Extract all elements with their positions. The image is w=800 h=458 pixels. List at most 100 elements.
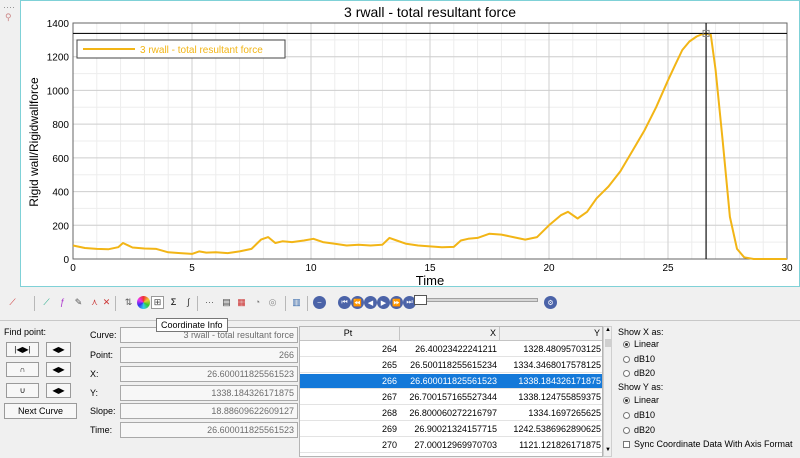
app-window: ···· ⚲ 0 5 10 15 20 25 30 0 200 400 600 800 1000 1200… <box>0 0 800 458</box>
table-cell: 1328.48095703125 <box>523 344 601 354</box>
show-x-db20-label: dB20 <box>634 368 656 378</box>
animation-slider-track[interactable] <box>426 298 538 302</box>
find-max-button[interactable]: ∩ <box>6 362 39 377</box>
show-x-db10-radio[interactable] <box>623 356 630 363</box>
show-x-linear-radio[interactable] <box>623 341 630 348</box>
table-row[interactable]: 269 26.90021324157715 1242.5386962890625 <box>300 422 602 437</box>
table-row[interactable]: 264 26.40023422241211 1328.48095703125 <box>300 342 602 357</box>
sync-format-checkbox[interactable] <box>623 441 630 448</box>
table-cell: 267 <box>381 392 397 402</box>
report-icon[interactable]: ▦ <box>235 296 248 309</box>
camera-icon[interactable]: ◎ <box>266 296 279 309</box>
delete-curve-icon[interactable]: ✕ <box>100 296 113 309</box>
first-point-button[interactable]: |◀ ▶| <box>6 342 39 357</box>
table-header-0[interactable]: Pt <box>300 327 400 341</box>
coordinate-info-icon[interactable]: ⊞ <box>151 296 164 309</box>
field-value-1[interactable]: 266 <box>120 347 298 363</box>
show-y-linear-radio[interactable] <box>623 397 630 404</box>
field-label-2: X: <box>90 369 99 379</box>
first-point-icon: |◀ <box>14 345 23 354</box>
first-frame-icon[interactable]: ⏮ <box>338 296 351 309</box>
show-y-db20-radio[interactable] <box>623 427 630 434</box>
y-tick-label: 1200 <box>47 53 70 64</box>
play-icon[interactable]: ▶ <box>377 296 390 309</box>
table-row[interactable]: 265 26.500118255615234 1334.3468017578125 <box>300 358 602 373</box>
x-tick-label: 0 <box>70 263 76 274</box>
rewind-icon[interactable]: ⏪ <box>351 296 364 309</box>
table-cell: 268 <box>381 408 397 418</box>
prev-next-point-button[interactable]: ◀ ▶ <box>46 342 71 357</box>
table-scrollbar[interactable]: ▲ ▼ <box>603 326 612 457</box>
table-cell: 26.800060272216797 <box>409 408 497 418</box>
toolbar-separator <box>285 296 286 311</box>
chart-title: 3 rwall - total resultant force <box>344 4 516 20</box>
integrate-icon[interactable]: ∫ <box>182 296 195 309</box>
show-y-db10-radio[interactable] <box>623 412 630 419</box>
table-row[interactable]: 268 26.800060272216797 1334.1697265625 <box>300 406 602 421</box>
x-tick-label: 25 <box>662 263 674 274</box>
min-icon: ∪ <box>19 386 26 395</box>
next-curve-button[interactable]: Next Curve <box>4 403 77 419</box>
sync-format-label: Sync Coordinate Data With Axis Format <box>634 439 793 449</box>
show-y-db20-label: dB20 <box>634 425 656 435</box>
table-row[interactable]: 270 27.00012969970703 1121.121826171875 <box>300 438 602 453</box>
zoom-out-icon[interactable]: – <box>313 296 326 309</box>
field-label-5: Time: <box>90 425 113 435</box>
field-value-2[interactable]: 26.600011825561523 <box>120 366 298 382</box>
toolbar-separator <box>115 296 116 311</box>
y-tick-label: 0 <box>63 255 69 266</box>
table-header-1[interactable]: X <box>400 327 500 341</box>
animation-slider-thumb[interactable] <box>414 295 427 305</box>
x-axis-label: Time <box>416 273 444 287</box>
y-tick-label: 1400 <box>47 19 70 30</box>
max-step-button[interactable]: ◀ ▶ <box>46 362 71 377</box>
min-next-icon: ▶ <box>58 386 65 395</box>
table-icon[interactable]: ▤ <box>220 296 233 309</box>
y-tick-label: 1000 <box>47 86 70 97</box>
show-x-db20-radio[interactable] <box>623 370 630 377</box>
table-cell: 26.600011825561523 <box>410 376 497 386</box>
show-x-db10-label: dB10 <box>634 354 656 364</box>
curve-edit-icon[interactable]: ✎ <box>72 296 85 309</box>
field-label-0: Curve: <box>90 330 117 340</box>
chart[interactable]: 0 5 10 15 20 25 300200400600800100012001400 3 … <box>0 0 800 287</box>
toolbar-separator <box>307 296 308 311</box>
table-row[interactable]: 267 26.700157165527344 1338.124755859375 <box>300 390 602 405</box>
comment-icon[interactable]: ◔ <box>251 296 264 309</box>
next-point-icon: ▶ <box>58 345 65 354</box>
step-back-icon[interactable]: ◀ <box>364 296 377 309</box>
scroll-up-icon[interactable]: ▲ <box>605 327 611 333</box>
max-icon: ∩ <box>19 365 26 374</box>
min-step-button[interactable]: ◀ ▶ <box>46 383 71 398</box>
sigma-icon[interactable]: Σ <box>167 296 180 309</box>
table-cell: 1242.5386962890625 <box>513 424 601 434</box>
coordinate-table[interactable]: Pt X Y 264 26.40023422241211 1328.48095703125… <box>299 326 603 457</box>
table-header-2[interactable]: Y <box>500 327 602 341</box>
color-wheel-icon[interactable] <box>137 296 150 309</box>
find-min-button[interactable]: ∪ <box>6 383 39 398</box>
chart-settings-icon[interactable]: ▥ <box>290 296 303 309</box>
curve-order-icon[interactable]: ⇅ <box>122 296 135 309</box>
table-row[interactable]: 266 26.600011825561523 1338.184326171875 <box>300 374 602 389</box>
field-value-5[interactable]: 26.600011825561523 <box>120 422 298 438</box>
math-fx-icon[interactable]: ƒ <box>56 296 69 309</box>
fast-forward-icon[interactable]: ⏩ <box>390 296 403 309</box>
curve-add-icon[interactable]: ⟋ <box>40 296 53 309</box>
show-y-label: Show Y as: <box>618 382 664 392</box>
x-tick-label: 5 <box>189 263 195 274</box>
field-value-4[interactable]: 18.88609622609127 <box>120 403 298 419</box>
y-tick-label: 200 <box>52 221 69 232</box>
legend[interactable]: 3 rwall - total resultant force <box>76 39 286 59</box>
animation-settings-icon[interactable]: ⚙ <box>544 296 557 309</box>
max-next-icon: ▶ <box>58 365 65 374</box>
scroll-down-icon[interactable]: ▼ <box>605 447 611 453</box>
y-tick-label: 400 <box>52 188 69 199</box>
last-point-icon: ▶| <box>22 345 31 354</box>
field-value-3[interactable]: 1338.184326171875 <box>120 385 298 401</box>
curve-style-icon[interactable]: ⟋ <box>6 296 19 309</box>
scroll-thumb[interactable] <box>605 339 611 347</box>
grid-icon[interactable]: ⋯ <box>203 296 216 309</box>
toolbar: ⟋ ⟋ ƒ ✎ ⋏ ✕ ⇅ ⊞ Σ ∫ ⋯ ▤ ▦ ◔ ◎ ▥ – ⏮ ⏪ ◀ ▶ ⏩ ⏭ ⚙ <box>0 293 800 315</box>
table-cell: 269 <box>381 424 397 434</box>
y-tick-label: 600 <box>52 154 69 165</box>
